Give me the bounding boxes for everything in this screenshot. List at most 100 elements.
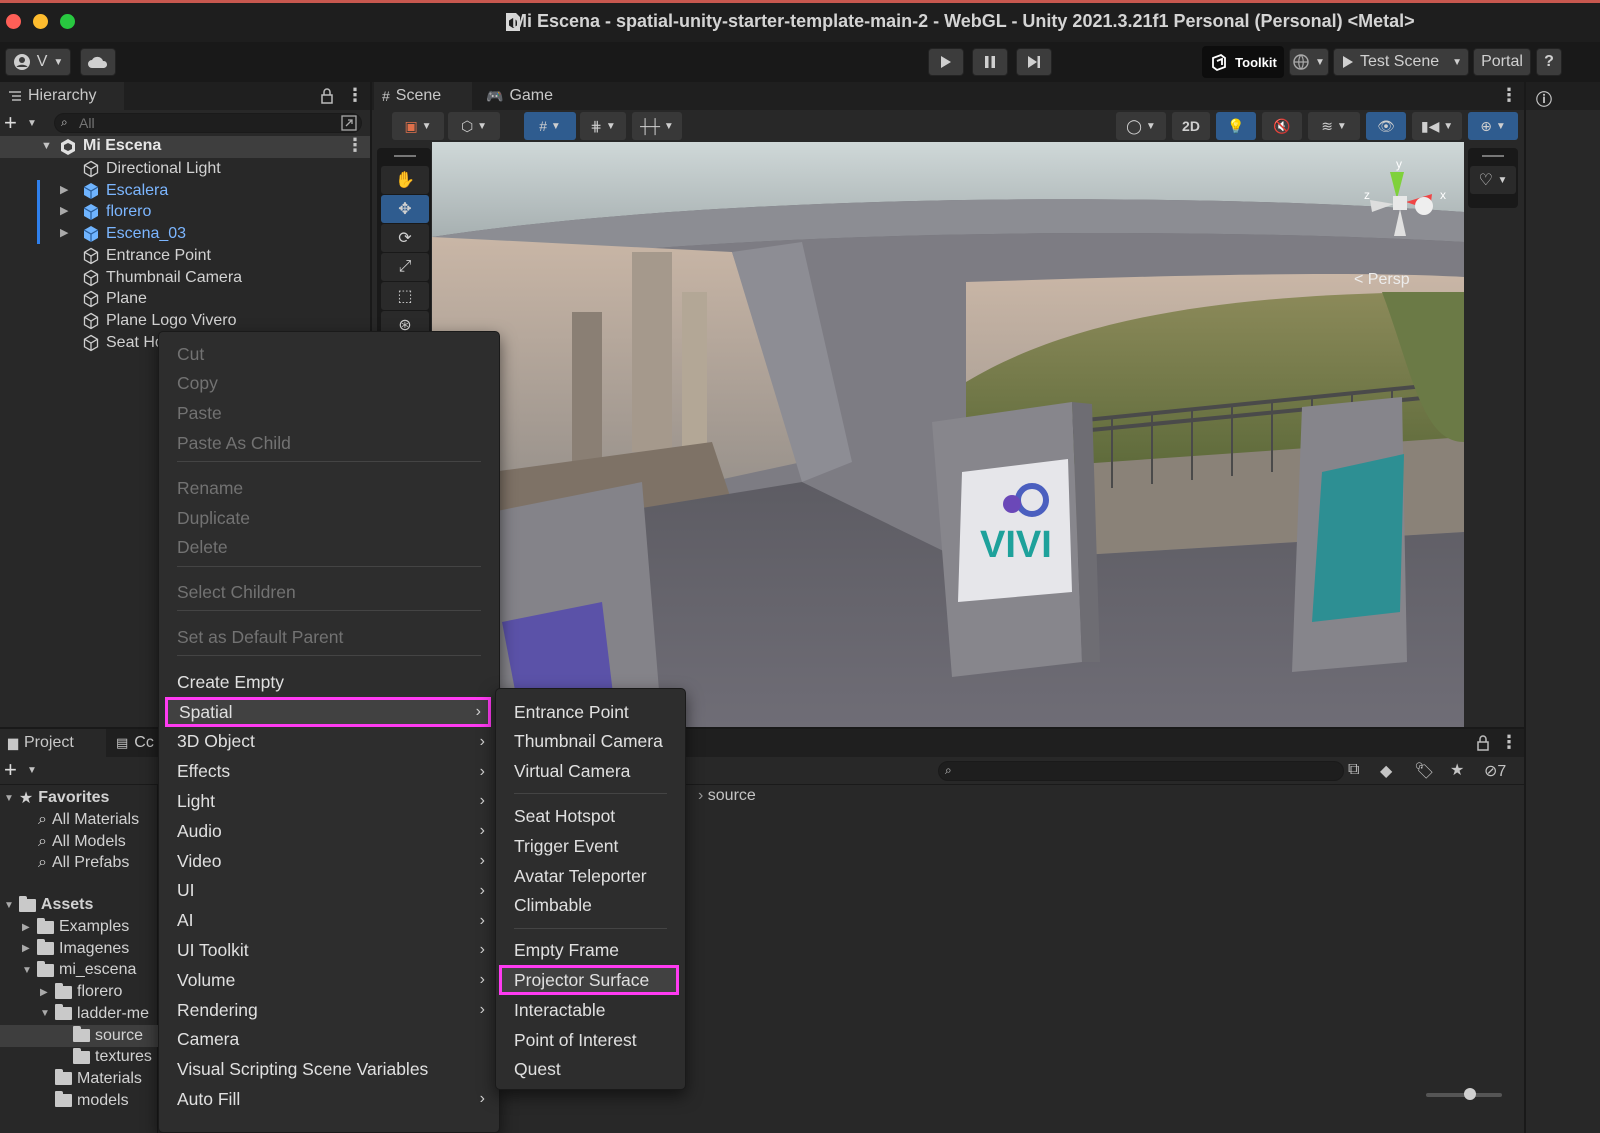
submenu-item-avatar-teleporter[interactable]: Avatar Teleporter [496,861,685,891]
tab-scene[interactable]: # Scene [374,82,472,110]
move-tool[interactable]: ✥ [381,195,429,223]
kebab-menu-icon[interactable]: ⋮ [346,85,364,106]
globe-dropdown[interactable]: ▼ [1289,48,1329,76]
hierarchy-item-plane[interactable]: Plane [60,288,147,310]
hidden-packages-toggle[interactable]: ⊘7 [1484,761,1506,781]
submenu-item-point-of-interest[interactable]: Point of Interest [496,1025,685,1055]
search-scope-icon[interactable] [341,115,357,131]
submenu-item-projector-surface[interactable]: Projector Surface [499,965,679,996]
submenu-item-empty-frame[interactable]: Empty Frame [496,936,685,966]
tab-game[interactable]: 🎮 Game [478,82,564,110]
kebab-menu-icon[interactable]: ⋮ [346,135,364,156]
submenu-item-interactable[interactable]: Interactable [496,995,685,1025]
favorite-all-models[interactable]: ⌕ All Models [38,831,126,853]
submenu-item-entrance-point[interactable]: Entrance Point [496,697,685,727]
cloud-button[interactable] [80,48,116,76]
hierarchy-item-plane-logo-vivero[interactable]: Plane Logo Vivero [60,310,236,332]
hierarchy-item-thumbnail-camera[interactable]: Thumbnail Camera [60,267,242,289]
scene-viewport[interactable]: VIVI y x z < Persp [432,142,1464,727]
menu-item-effects[interactable]: Effects › [159,757,499,787]
chevron-down-icon[interactable]: ▼ [27,118,37,129]
drag-handle[interactable] [394,155,416,157]
hierarchy-item-directional-light[interactable]: Directional Light [60,158,221,180]
drag-handle[interactable] [1482,155,1504,157]
submenu-item-thumbnail-camera[interactable]: Thumbnail Camera [496,727,685,757]
menu-item-video[interactable]: Video › [159,846,499,876]
grid-snap-toggle[interactable]: # ▼ [524,112,576,140]
project-folder-mi-escena[interactable]: ▼ mi_escena [22,959,136,981]
perspective-label[interactable]: < Persp [1354,271,1410,289]
submenu-item-climbable[interactable]: Climbable [496,891,685,921]
hierarchy-item-seat-ho[interactable]: Seat Ho [60,332,164,354]
chevron-right-icon[interactable]: ▶ [22,922,32,933]
project-folder-models[interactable]: models [40,1090,129,1112]
test-scene-button[interactable]: Test Scene ▼ [1333,48,1469,76]
tab-hierarchy[interactable]: Hierarchy [0,82,124,110]
camera-settings-dropdown[interactable]: ▮◀ ▼ [1412,112,1462,140]
toolkit-button[interactable]: Toolkit [1202,46,1284,78]
chevron-down-icon[interactable]: ▼ [41,140,52,152]
tab-cc[interactable]: ▤ Cc [108,729,158,757]
rotate-tool[interactable]: ⟳ [381,224,429,252]
lock-icon[interactable] [1476,735,1490,751]
menu-item-create-empty[interactable]: Create Empty [159,667,499,697]
chevron-down-icon[interactable]: ▼ [40,1008,50,1019]
effects-dropdown[interactable]: ≋ ▼ [1308,112,1360,140]
draw-mode-dropdown[interactable]: ▣ ▼ [392,112,444,140]
increment-snap-dropdown[interactable]: ┼┼ ▼ [632,112,682,140]
menu-item-light[interactable]: Light › [159,786,499,816]
hierarchy-item-florero[interactable]: ▶ florero [60,201,151,223]
label-filter-icon[interactable]: 🏷 [1414,761,1434,781]
snap-increment-dropdown[interactable]: ⋕ ▼ [580,112,626,140]
close-window-button[interactable] [6,14,21,29]
project-folder-imagenes[interactable]: ▶ Imagenes [22,938,129,960]
scale-tool[interactable]: ⤢ [381,253,429,281]
favorite-star-icon[interactable]: ★ [1450,760,1464,780]
favorite-all-prefabs[interactable]: ⌕ All Prefabs [38,852,129,874]
chevron-down-icon[interactable]: ▼ [27,765,37,776]
lighting-toggle[interactable]: 💡 [1216,112,1256,140]
project-folder-examples[interactable]: ▶ Examples [22,916,129,938]
minimize-window-button[interactable] [33,14,48,29]
submenu-item-seat-hotspot[interactable]: Seat Hotspot [496,801,685,831]
pause-button[interactable] [972,48,1008,76]
help-button[interactable]: ? [1536,48,1562,76]
menu-item-auto-fill[interactable]: Auto Fill › [159,1084,499,1114]
menu-item-visual-scripting-scene-variables[interactable]: Visual Scripting Scene Variables [159,1055,499,1085]
menu-item-rendering[interactable]: Rendering › [159,995,499,1025]
add-icon[interactable]: + [4,110,17,136]
hierarchy-item-escena-03[interactable]: ▶ Escena_03 [60,223,186,245]
orientation-gizmo[interactable]: y x z [1362,154,1452,254]
hierarchy-item-entrance-point[interactable]: Entrance Point [60,245,211,267]
account-dropdown[interactable]: V ▼ [5,48,71,76]
audio-toggle[interactable]: 🔇 [1262,112,1302,140]
submenu-item-virtual-camera[interactable]: Virtual Camera [496,757,685,787]
favorites-header[interactable]: ▼ ★ Favorites [4,787,109,809]
hierarchy-search-input[interactable] [79,115,329,131]
breadcrumb-item[interactable]: source [708,787,756,804]
chevron-down-icon[interactable]: ▼ [22,965,32,976]
overlay-dropdown[interactable]: ♡ ▼ [1470,166,1516,194]
rect-tool[interactable]: ⬚ [381,282,429,310]
project-search-field[interactable]: ⌕ [938,761,1344,781]
hand-tool[interactable]: ✋ [381,166,429,194]
portal-button[interactable]: Portal [1473,48,1531,76]
zoom-window-button[interactable] [60,14,75,29]
shading-mode-dropdown[interactable]: ◯ ▼ [1116,112,1166,140]
scene-header-row[interactable]: ▼ Mi Escena ⋮ [0,135,370,158]
2d-mode-toggle[interactable]: 2D [1172,112,1210,140]
info-icon[interactable]: ⓘ [1536,86,1552,110]
play-button[interactable] [928,48,964,76]
menu-item-ai[interactable]: AI › [159,906,499,936]
menu-item-ui[interactable]: UI › [159,876,499,906]
type-filter-icon[interactable]: ◆ [1380,761,1392,781]
lock-icon[interactable] [320,88,334,104]
submenu-item-trigger-event[interactable]: Trigger Event [496,831,685,861]
scene-visibility-toggle[interactable]: 👁 [1366,112,1406,140]
hierarchy-search-field[interactable]: ⌕ [54,113,362,133]
chevron-right-icon[interactable]: ▶ [60,204,68,217]
menu-item-audio[interactable]: Audio › [159,816,499,846]
menu-item-3d-object[interactable]: 3D Object › [159,727,499,757]
project-folder-ladder-me[interactable]: ▼ ladder-me [40,1003,149,1025]
project-folder-textures[interactable]: textures [58,1046,152,1068]
